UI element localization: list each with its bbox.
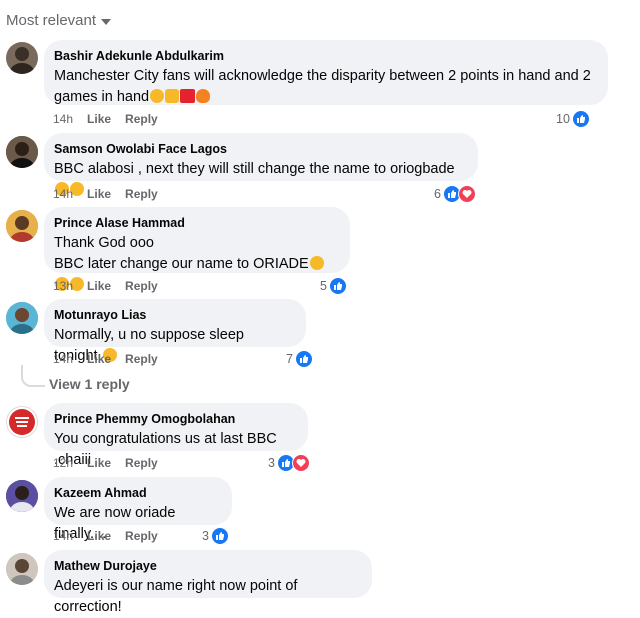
comment-text: Adeyeri is our name right now point of c… (54, 578, 298, 615)
comment-author[interactable]: Motunrayo Lias (54, 307, 294, 323)
timestamp[interactable]: 12h (53, 456, 73, 470)
like-button[interactable]: Like (87, 112, 111, 126)
comment-actions: 14h Like Reply (53, 352, 158, 366)
avatar[interactable] (6, 42, 38, 74)
reply-button[interactable]: Reply (125, 456, 158, 470)
reply-thread-line (21, 365, 45, 387)
comment-author[interactable]: Prince Alase Hammad (54, 215, 338, 231)
reaction-count[interactable]: 10 (556, 110, 590, 128)
view-replies-link[interactable]: View 1 reply (49, 376, 130, 392)
comment-author[interactable]: Mathew Durojaye (54, 558, 360, 574)
fire-emoji-icon (196, 89, 211, 103)
comment-bubble: Kazeem Ahmad We are now oriade finally..… (44, 477, 232, 542)
avatar[interactable] (6, 136, 38, 168)
avatar[interactable] (6, 480, 38, 512)
reply-button[interactable]: Reply (125, 187, 158, 201)
chevron-down-icon (101, 19, 112, 25)
hundred-emoji-icon (180, 89, 196, 103)
sort-dropdown[interactable]: Most relevant (6, 12, 112, 29)
laugh-cry-emoji-icon (150, 89, 165, 103)
timestamp[interactable]: 14h (53, 187, 73, 201)
timestamp[interactable]: 14h (53, 112, 73, 126)
like-button[interactable]: Like (87, 279, 111, 293)
comment-bubble: Bashir Adekunle Abdulkarim Manchester Ci… (44, 40, 608, 105)
like-reaction-icon (210, 527, 229, 545)
reaction-count[interactable]: 6 (434, 185, 476, 203)
love-reaction-icon (457, 185, 476, 203)
comment-text: Manchester City fans will acknowledge th… (54, 68, 591, 105)
comment-bubble: Samson Owolabi Face Lagos BBC alabosi , … (44, 133, 478, 196)
laugh-cry-emoji-icon (309, 256, 324, 270)
comment-actions: 14h Like Reply (53, 529, 158, 543)
comment-actions: 12h Like Reply (53, 456, 158, 470)
sort-label: Most relevant (6, 12, 97, 29)
comment-author[interactable]: Kazeem Ahmad (54, 485, 220, 501)
reply-button[interactable]: Reply (125, 279, 158, 293)
comment-bubble: Mathew Durojaye Adeyeri is our name righ… (44, 550, 372, 615)
comment-actions: 13h Like Reply (53, 279, 158, 293)
comment-author[interactable]: Samson Owolabi Face Lagos (54, 141, 466, 157)
comment-author[interactable]: Prince Phemmy Omogbolahan (54, 411, 296, 427)
reaction-count[interactable]: 5 (320, 277, 347, 295)
comment-actions: 14h Like Reply (53, 112, 158, 126)
like-button[interactable]: Like (87, 187, 111, 201)
reply-button[interactable]: Reply (125, 529, 158, 543)
clap-emoji-icon (165, 89, 180, 103)
comment-author[interactable]: Bashir Adekunle Abdulkarim (54, 48, 596, 64)
comment-actions: 14h Like Reply (53, 187, 158, 201)
comment-bubble: Prince Alase Hammad Thank God ooo BBC la… (44, 207, 350, 291)
like-reaction-icon (328, 277, 347, 295)
like-button[interactable]: Like (87, 529, 111, 543)
comment-bubble: Motunrayo Lias Normally, u no suppose sl… (44, 299, 306, 364)
timestamp[interactable]: 14h (53, 352, 73, 366)
like-reaction-icon (294, 350, 313, 368)
avatar[interactable] (6, 302, 38, 334)
comment-bubble: Prince Phemmy Omogbolahan You congratula… (44, 403, 308, 468)
reply-button[interactable]: Reply (125, 352, 158, 366)
reaction-count[interactable]: 3 (268, 454, 310, 472)
like-button[interactable]: Like (87, 352, 111, 366)
reaction-count[interactable]: 3 (202, 527, 229, 545)
love-reaction-icon (291, 454, 310, 472)
reaction-count[interactable]: 7 (286, 350, 313, 368)
timestamp[interactable]: 13h (53, 279, 73, 293)
avatar[interactable] (6, 553, 38, 585)
timestamp[interactable]: 14h (53, 529, 73, 543)
like-button[interactable]: Like (87, 456, 111, 470)
avatar[interactable] (6, 210, 38, 242)
like-reaction-icon (571, 110, 590, 128)
reply-button[interactable]: Reply (125, 112, 158, 126)
avatar[interactable] (6, 406, 38, 438)
